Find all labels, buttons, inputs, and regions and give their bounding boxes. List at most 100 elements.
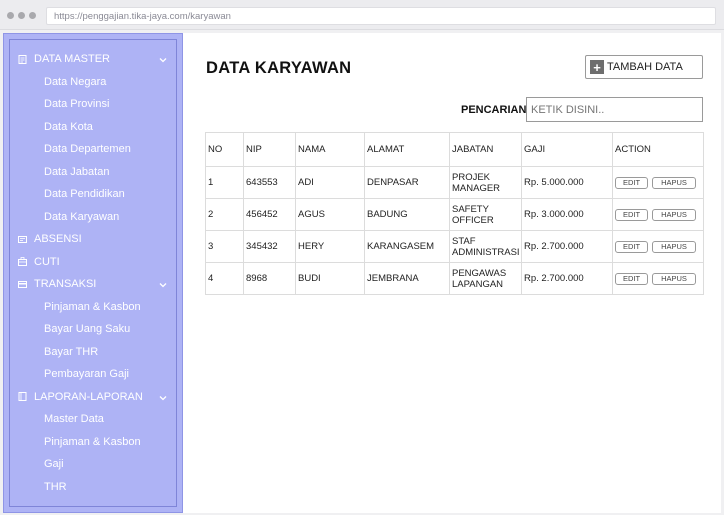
row-actions: EDIT HAPUS [615,208,701,221]
edit-button[interactable]: EDIT [615,208,648,221]
jabatan-line: LAPANGAN [452,278,504,290]
delete-button[interactable]: HAPUS [652,176,696,189]
table-header-row: NO NIP NAMA ALAMAT JABATAN GAJI ACTION [205,132,704,167]
sidebar-item[interactable]: Bayar Uang Saku [10,318,176,341]
sidebar-section[interactable]: CUTI [10,251,176,274]
sidebar-section[interactable]: TRANSAKSI [10,273,176,296]
table-row: 4 8968 BUDI JEMBRANA PENGAWAS LAPANGAN Rp. 2.7… [205,262,704,295]
document-icon [18,54,27,64]
sidebar-item-label: Bayar Uang Saku [44,323,131,336]
window-dot-icon[interactable] [29,12,36,19]
cell-alamat: DENPASAR [364,166,450,199]
cell-alamat: JEMBRANA [364,262,450,295]
sidebar-section[interactable]: ABSENSI [10,228,176,251]
sidebar-item[interactable]: Data Karyawan [10,206,176,229]
window-dot-icon[interactable] [18,12,25,19]
browser-toolbar: https://penggajian.tika-jaya.com/karyawa… [0,0,724,30]
sidebar-item-label: Data Pendidikan [44,188,125,201]
jabatan-line: OFFICER [452,214,494,226]
sidebar-item-label: THR [44,480,67,493]
table-body: 1 643553 ADI DENPASAR PROJEK MANAGER Rp. 5.000… [205,166,704,295]
sidebar-item[interactable]: Data Provinsi [10,93,176,116]
window-dot-icon[interactable] [7,12,14,19]
card-icon [18,235,27,244]
sidebar-item-label: Pembayaran Gaji [44,368,129,381]
delete-button[interactable]: HAPUS [652,240,696,253]
cell-action: EDIT HAPUS [612,262,704,295]
sidebar-item[interactable]: Gaji [10,453,176,476]
cell-nip: 345432 [243,230,296,263]
cell-action: EDIT HAPUS [612,230,704,263]
jabatan-line: MANAGER [452,182,501,194]
sidebar-item-label: TRANSAKSI [34,278,97,291]
cell-nama: HERY [295,230,365,263]
sidebar-item-label: Data Karyawan [44,210,120,223]
search-input[interactable] [526,97,703,122]
sidebar-item-label: Data Departemen [44,143,131,156]
sidebar-item[interactable]: Pinjaman & Kasbon [10,431,176,454]
main-content: DATA KARYAWAN + TAMBAH DATA PENCARIAN NO… [183,33,721,513]
sidebar-item[interactable]: Pinjaman & Kasbon [10,296,176,319]
sidebar: DATA MASTER Data Negara Data Provinsi Data … [3,33,183,513]
plus-icon: + [590,60,604,74]
cell-nip: 8968 [243,262,296,295]
sidebar-item[interactable]: Bayar THR [10,341,176,364]
table-row: 2 456452 AGUS BADUNG SAFETY OFFICER Rp. 3.000.… [205,198,704,231]
address-bar[interactable]: https://penggajian.tika-jaya.com/karyawa… [46,7,716,25]
cell-jabatan: PENGAWAS LAPANGAN [449,262,522,295]
delete-button[interactable]: HAPUS [652,208,696,221]
book-icon [18,392,27,402]
cell-gaji: Rp. 5.000.000 [521,166,613,199]
chevron-down-icon[interactable] [159,393,167,401]
column-header-jabatan: JABATAN [449,132,522,167]
sidebar-item[interactable]: Data Departemen [10,138,176,161]
sidebar-item-label: Data Jabatan [44,165,110,178]
chevron-down-icon[interactable] [159,280,167,288]
sidebar-item-label: Data Kota [44,120,93,133]
sidebar-item-label: Gaji [44,458,64,471]
sidebar-item-label: Pinjaman & Kasbon [44,435,141,448]
jabatan-line: STAF [452,235,476,247]
column-header-action: ACTION [612,132,704,167]
sidebar-item[interactable]: Data Kota [10,116,176,139]
sidebar-item[interactable]: Master Data [10,408,176,431]
delete-button[interactable]: HAPUS [652,272,696,285]
sidebar-item[interactable]: Data Negara [10,71,176,94]
employee-table: NO NIP NAMA ALAMAT JABATAN GAJI ACTION 1… [205,132,704,295]
cell-alamat: BADUNG [364,198,450,231]
sidebar-item[interactable]: Data Pendidikan [10,183,176,206]
jabatan-line: ADMINISTRASI [452,246,520,258]
cell-no: 3 [205,230,244,263]
sidebar-item[interactable]: Data Jabatan [10,161,176,184]
sidebar-item-label: Data Negara [44,75,107,88]
cell-no: 4 [205,262,244,295]
cell-nama: ADI [295,166,365,199]
edit-button[interactable]: EDIT [615,272,648,285]
edit-button[interactable]: EDIT [615,176,648,189]
cell-no: 1 [205,166,244,199]
sidebar-menu: DATA MASTER Data Negara Data Provinsi Data … [10,40,176,498]
credit-card-icon [18,280,27,289]
sidebar-item-label: LAPORAN-LAPORAN [34,390,143,403]
page-title: DATA KARYAWAN [206,59,352,77]
sidebar-item[interactable]: Pembayaran Gaji [10,363,176,386]
sidebar-item-label: ABSENSI [34,233,82,246]
cell-nip: 456452 [243,198,296,231]
chevron-down-icon[interactable] [159,55,167,63]
row-actions: EDIT HAPUS [615,272,701,285]
add-data-button-label: TAMBAH DATA [607,61,683,73]
cell-jabatan: SAFETY OFFICER [449,198,522,231]
cell-gaji: Rp. 2.700.000 [521,262,613,295]
browser-window: https://penggajian.tika-jaya.com/karyawa… [0,0,724,515]
sidebar-item[interactable]: THR [10,476,176,499]
cell-alamat: KARANGASEM [364,230,450,263]
cell-gaji: Rp. 2.700.000 [521,230,613,263]
column-header-nama: NAMA [295,132,365,167]
add-data-button[interactable]: + TAMBAH DATA [585,55,703,79]
sidebar-section[interactable]: DATA MASTER [10,48,176,71]
edit-button[interactable]: EDIT [615,240,648,253]
cell-nip: 643553 [243,166,296,199]
sidebar-item-label: DATA MASTER [34,53,110,66]
row-actions: EDIT HAPUS [615,176,701,189]
sidebar-section[interactable]: LAPORAN-LAPORAN [10,386,176,409]
